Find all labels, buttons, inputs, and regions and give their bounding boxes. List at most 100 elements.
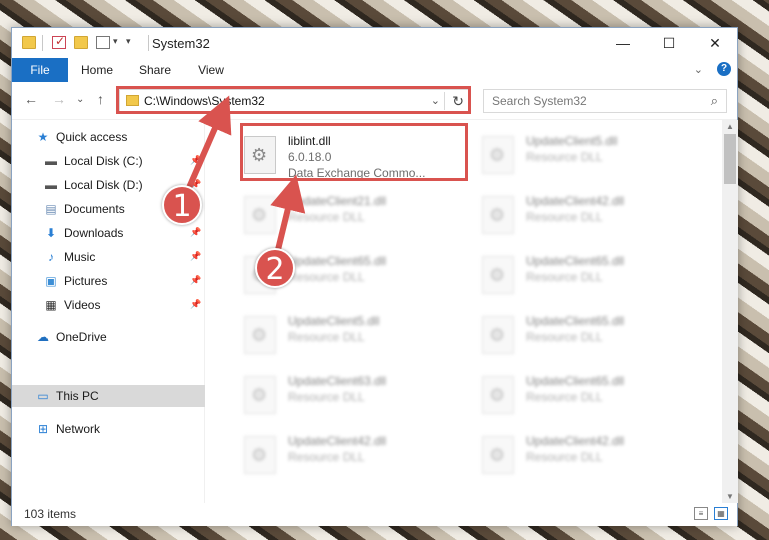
- file-item[interactable]: UpdateClient65.dll Resource DLL: [474, 250, 702, 300]
- file-name: UpdateClient5.dll: [526, 134, 618, 148]
- close-button[interactable]: ✕: [692, 28, 738, 58]
- file-description: Resource DLL: [526, 150, 603, 164]
- file-name: UpdateClient65.dll: [288, 254, 387, 268]
- up-button[interactable]: ↑: [97, 91, 104, 107]
- sidebar-item-this-pc[interactable]: ▭ This PC: [12, 385, 205, 407]
- sidebar-item-label: Music: [64, 250, 96, 264]
- highlight-box: [240, 123, 468, 181]
- minimize-button[interactable]: —: [600, 28, 646, 58]
- star-icon: ★: [37, 130, 49, 144]
- tab-file[interactable]: File: [12, 58, 68, 82]
- file-name: UpdateClient21.dll: [288, 194, 387, 208]
- sidebar-item-pictures[interactable]: ▣ Pictures 📌: [12, 270, 205, 292]
- pin-icon[interactable]: 📌: [190, 299, 201, 310]
- tab-view[interactable]: View: [186, 58, 236, 82]
- title-bar: ▾ ▾ System32 — ☐ ✕: [12, 28, 737, 58]
- sidebar-item-label: Pictures: [64, 274, 108, 288]
- file-item[interactable]: UpdateClient42.dll Resource DLL: [474, 430, 702, 480]
- forward-button[interactable]: →: [52, 91, 66, 107]
- recent-locations-button[interactable]: ⌄: [76, 94, 84, 105]
- file-item[interactable]: UpdateClient42.dll Resource DLL: [236, 430, 464, 480]
- maximize-button[interactable]: ☐: [646, 28, 692, 58]
- vertical-scrollbar[interactable]: ▲ ▼: [722, 120, 738, 503]
- window-title: System32: [152, 36, 210, 51]
- file-description: Resource DLL: [526, 330, 603, 344]
- file-description: Resource DLL: [288, 330, 365, 344]
- new-folder-icon[interactable]: [74, 36, 88, 49]
- file-description: Resource DLL: [288, 270, 365, 284]
- dll-file-icon: [482, 256, 514, 294]
- dll-file-icon: [482, 136, 514, 174]
- file-item[interactable]: UpdateClient21.dll Resource DLL: [236, 190, 464, 240]
- sidebar-item-label: Network: [56, 422, 101, 436]
- ribbon-tabs: File Home Share View ⌄ ?: [12, 58, 737, 82]
- file-description: Resource DLL: [288, 210, 365, 224]
- computer-icon: ▭: [37, 389, 49, 403]
- dll-file-icon: [482, 376, 514, 414]
- expand-ribbon-icon[interactable]: ⌄: [694, 63, 703, 76]
- divider: [148, 35, 149, 51]
- file-item[interactable]: UpdateClient63.dll Resource DLL: [236, 370, 464, 420]
- folder-icon[interactable]: [22, 36, 36, 49]
- back-button[interactable]: ←: [24, 91, 38, 107]
- navigation-pane: ★ Quick access ▬ Local Disk (C:) 📌 ▬ Loc…: [12, 120, 205, 503]
- music-icon: ♪: [48, 250, 54, 264]
- file-description: Resource DLL: [526, 450, 603, 464]
- dll-file-icon: [244, 196, 276, 234]
- sidebar-item-videos[interactable]: ▦ Videos 📌: [12, 294, 205, 316]
- pin-icon[interactable]: 📌: [190, 227, 201, 238]
- file-item[interactable]: UpdateClient65.dll Resource DLL: [474, 370, 702, 420]
- step-1-callout: 1: [162, 185, 202, 225]
- quick-access-dropdown-icon[interactable]: ▾: [126, 36, 131, 47]
- sidebar-item-music[interactable]: ♪ Music 📌: [12, 246, 205, 268]
- help-icon[interactable]: ?: [717, 62, 731, 76]
- tab-share[interactable]: Share: [130, 58, 180, 82]
- pin-icon[interactable]: 📌: [190, 275, 201, 286]
- dll-file-icon: [244, 316, 276, 354]
- tab-home[interactable]: Home: [72, 58, 122, 82]
- file-name: UpdateClient63.dll: [288, 374, 387, 388]
- file-name: UpdateClient42.dll: [526, 194, 625, 208]
- file-name: UpdateClient5.dll: [288, 314, 380, 328]
- search-icon[interactable]: ⌕: [711, 93, 718, 109]
- file-item[interactable]: UpdateClient65.dll Resource DLL: [474, 310, 702, 360]
- file-description: Resource DLL: [526, 270, 603, 284]
- item-count: 103 items: [24, 507, 77, 521]
- drive-icon: ▬: [45, 178, 57, 192]
- cloud-icon: ☁: [37, 330, 49, 344]
- large-icons-view-icon[interactable]: ▦: [714, 507, 728, 520]
- pin-icon[interactable]: 📌: [190, 251, 201, 262]
- file-name: UpdateClient42.dll: [526, 434, 625, 448]
- sidebar-item-network[interactable]: ⊞ Network: [12, 418, 205, 440]
- download-icon: ⬇: [45, 226, 57, 240]
- file-item[interactable]: UpdateClient5.dll Resource DLL: [474, 130, 702, 180]
- sidebar-item-label: Downloads: [64, 226, 124, 240]
- sidebar-item-local-disk-c[interactable]: ▬ Local Disk (C:) 📌: [12, 150, 205, 172]
- scroll-thumb[interactable]: [724, 134, 736, 184]
- dll-file-icon: [482, 436, 514, 474]
- pin-icon[interactable]: 📌: [190, 155, 201, 166]
- properties-icon[interactable]: [52, 34, 66, 49]
- scroll-up-icon[interactable]: ▲: [726, 122, 734, 131]
- address-highlight-box: [116, 86, 471, 114]
- file-description: Resource DLL: [288, 450, 365, 464]
- file-item[interactable]: UpdateClient5.dll Resource DLL: [236, 310, 464, 360]
- search-input[interactable]: [492, 94, 692, 108]
- sidebar-item-label: Local Disk (C:): [64, 154, 143, 168]
- sidebar-item-quick-access[interactable]: ★ Quick access: [12, 126, 205, 148]
- sidebar-item-label: Local Disk (D:): [64, 178, 143, 192]
- scroll-down-icon[interactable]: ▼: [726, 492, 734, 501]
- file-name: UpdateClient42.dll: [288, 434, 387, 448]
- file-list: liblint.dll 6.0.18.0 Data Exchange Commo…: [206, 120, 722, 503]
- dll-file-icon: [244, 436, 276, 474]
- file-item[interactable]: UpdateClient42.dll Resource DLL: [474, 190, 702, 240]
- chevron-down-icon[interactable]: ▾: [113, 36, 118, 47]
- file-name: UpdateClient65.dll: [526, 254, 625, 268]
- documents-icon: ▤: [45, 202, 57, 216]
- customize-toolbar-icon[interactable]: [96, 36, 110, 49]
- details-view-icon[interactable]: ≡: [694, 507, 708, 520]
- sidebar-item-downloads[interactable]: ⬇ Downloads 📌: [12, 222, 205, 244]
- search-box[interactable]: ⌕: [483, 89, 727, 113]
- file-description: Resource DLL: [526, 390, 603, 404]
- sidebar-item-onedrive[interactable]: ☁ OneDrive: [12, 326, 205, 348]
